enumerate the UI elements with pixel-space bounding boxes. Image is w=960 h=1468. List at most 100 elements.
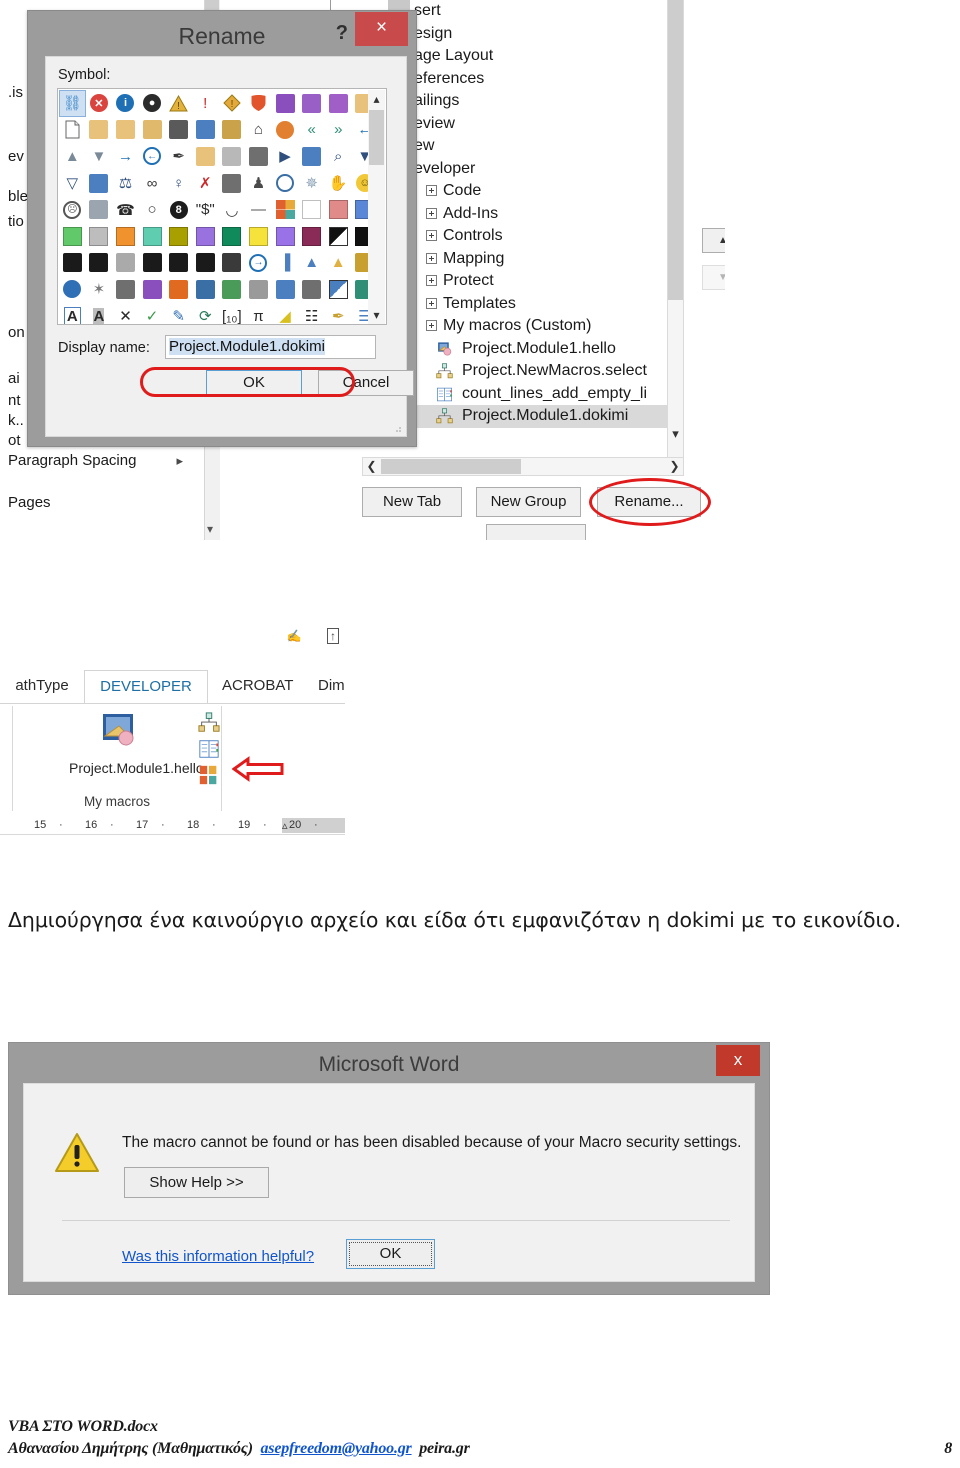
rename-button[interactable]: Rename... xyxy=(597,487,701,517)
dashed-box-icon[interactable] xyxy=(112,250,139,277)
expand-icon[interactable] xyxy=(426,275,437,287)
ribbon-tab-athtype[interactable]: athType xyxy=(0,670,84,703)
symbol-scrollbar[interactable]: ▴ ▾ xyxy=(368,90,385,324)
ribbon-tab-acrobat[interactable]: ACROBAT xyxy=(208,670,304,703)
ribbon-tree-row[interactable]: ew xyxy=(412,135,667,158)
pin-icon[interactable]: ✒ xyxy=(165,143,192,170)
green-swatch[interactable] xyxy=(59,223,86,250)
line-icon[interactable]: — xyxy=(245,196,272,223)
expand-icon[interactable] xyxy=(426,252,437,264)
album-icon[interactable] xyxy=(192,276,219,303)
dollar-quote-icon[interactable]: "$" xyxy=(192,196,219,223)
teal-swatch[interactable] xyxy=(139,223,166,250)
calculator-icon[interactable] xyxy=(86,196,113,223)
ribbon-tree-row[interactable]: Mapping xyxy=(412,248,667,271)
mute-icon[interactable]: ✗ xyxy=(192,170,219,197)
indent-marker-icon[interactable]: ▵ xyxy=(282,819,288,832)
edit-pen-icon[interactable]: ✎ xyxy=(165,303,192,324)
save-as-icon[interactable] xyxy=(298,90,325,117)
shield-icon[interactable] xyxy=(245,90,272,117)
ribbon-tree-hscrollbar[interactable]: ❮ ❯ xyxy=(362,457,684,476)
back-circle-icon[interactable]: ← xyxy=(139,143,166,170)
display-name-input[interactable]: Project.Module1.dokimi xyxy=(165,335,376,359)
save-icon[interactable] xyxy=(272,90,299,117)
scroll-icon[interactable] xyxy=(245,143,272,170)
arrow-down-icon[interactable]: ▼ xyxy=(86,143,113,170)
arrow-up-icon[interactable]: ▲ xyxy=(59,143,86,170)
show-help-button[interactable]: Show Help >> xyxy=(124,1167,269,1198)
checker-icon[interactable] xyxy=(219,250,246,277)
yellow-swatch[interactable] xyxy=(245,223,272,250)
area-chart-icon[interactable] xyxy=(219,276,246,303)
folder-properties-icon[interactable] xyxy=(139,117,166,144)
ribbon-tree-row[interactable]: eveloper xyxy=(412,158,667,181)
options-item-10[interactable]: Pages xyxy=(8,494,51,511)
ribbon-tree-row[interactable]: Project.Module1.dokimi xyxy=(412,405,667,428)
options-item-4[interactable]: on xyxy=(8,324,25,341)
options-item-6[interactable]: nt xyxy=(8,392,21,409)
options-item-9[interactable]: Paragraph Spacing ▸ xyxy=(8,452,183,469)
help-icon[interactable]: ✍ xyxy=(287,629,302,643)
darkgreen-swatch[interactable] xyxy=(219,223,246,250)
book-orange-icon[interactable] xyxy=(165,276,192,303)
ribbon-tree-row[interactable]: Controls xyxy=(412,225,667,248)
ribbon-tree-row[interactable]: eferences xyxy=(412,68,667,91)
copy-folder-icon[interactable] xyxy=(112,117,139,144)
symbol-picker[interactable]: ⛓ ✕ i ●!!! ⌂ «» ← ▲ ▼ → ← ✒ ▶ ⌕ ▼ ▽ ⚖ ∞ ♀ ✗ ♟ ✵ ✋ ☺ ☹ ☎ ○ 8 "$" ◡ — → ▐ ▲… xyxy=(57,88,387,325)
white-swatch[interactable] xyxy=(298,196,325,223)
ribbon-tree-row[interactable]: age Layout xyxy=(412,45,667,68)
chevron-down-icon[interactable]: ▾ xyxy=(207,522,213,536)
red-x-circle-icon[interactable]: ✕ xyxy=(86,90,113,117)
ribbon-tree[interactable]: sert esign age Layout eferences ailings eview… xyxy=(412,0,667,460)
blank-page-icon[interactable] xyxy=(245,276,272,303)
options-item-2[interactable]: ble xyxy=(8,188,28,205)
binary-icon[interactable]: [₁₀] xyxy=(219,303,246,324)
chevron-up-icon[interactable]: ▴ xyxy=(368,90,385,109)
balance-scale-icon[interactable]: ⚖ xyxy=(112,170,139,197)
options-item-3[interactable]: tio xyxy=(8,213,24,230)
frown-icon[interactable]: ☹ xyxy=(59,196,86,223)
clock-icon[interactable] xyxy=(272,170,299,197)
book-purple-icon[interactable] xyxy=(139,276,166,303)
text-highlight-icon[interactable]: A xyxy=(86,303,113,324)
binoculars-icon[interactable]: ☷ xyxy=(298,303,325,324)
chevron-right-icon[interactable]: ❯ xyxy=(666,458,683,475)
microphone-icon[interactable]: ♀ xyxy=(165,170,192,197)
contrast-icon[interactable] xyxy=(325,276,352,303)
rings-icon[interactable]: ∞ xyxy=(139,170,166,197)
hand-icon[interactable]: ✋ xyxy=(325,170,352,197)
ribbon-tree-row[interactable]: Templates xyxy=(412,293,667,316)
list-icon[interactable] xyxy=(198,738,220,760)
expand-icon[interactable] xyxy=(426,297,437,309)
refresh-icon[interactable]: ⟳ xyxy=(192,303,219,324)
mountain-icon[interactable]: ▲ xyxy=(325,250,352,277)
macro-big-button[interactable]: Project.Module1.hello xyxy=(69,712,204,776)
fill-color-icon[interactable]: ◢ xyxy=(272,303,299,324)
vscroll-thumb[interactable] xyxy=(668,0,683,300)
ribbon-tree-vscrollbar[interactable]: ▾ xyxy=(667,0,684,457)
exclamation-icon[interactable]: ! xyxy=(192,90,219,117)
options-item-0[interactable]: .is xyxy=(8,84,23,101)
phone-icon[interactable]: ☎ xyxy=(112,196,139,223)
ok-button[interactable]: OK xyxy=(206,370,302,396)
plain-box-icon[interactable] xyxy=(165,250,192,277)
orange-swatch[interactable] xyxy=(112,223,139,250)
close-icon[interactable]: × xyxy=(355,12,408,46)
info-circle-icon[interactable]: i xyxy=(112,90,139,117)
new-group-button[interactable]: New Group xyxy=(476,487,581,517)
picture-icon[interactable] xyxy=(192,117,219,144)
ribbon-tree-row[interactable]: esign xyxy=(412,23,667,46)
resize-grip-icon[interactable] xyxy=(392,423,402,433)
filter-icon[interactable]: ▽ xyxy=(59,170,86,197)
salmon-swatch[interactable] xyxy=(325,196,352,223)
print-icon[interactable] xyxy=(165,117,192,144)
cone-icon[interactable]: ▲ xyxy=(298,250,325,277)
close-icon[interactable]: x xyxy=(716,1045,760,1076)
warning-triangle-icon[interactable]: ! xyxy=(165,90,192,117)
collapse-ribbon-icon[interactable]: ↑ xyxy=(327,628,339,644)
chevron-left-icon[interactable]: ❮ xyxy=(363,458,380,475)
warning-diamond-icon[interactable]: ! xyxy=(219,90,246,117)
border-style-icon[interactable] xyxy=(86,250,113,277)
last-icon[interactable]: » xyxy=(325,117,352,144)
radar-chart-icon[interactable]: ✶ xyxy=(86,276,113,303)
